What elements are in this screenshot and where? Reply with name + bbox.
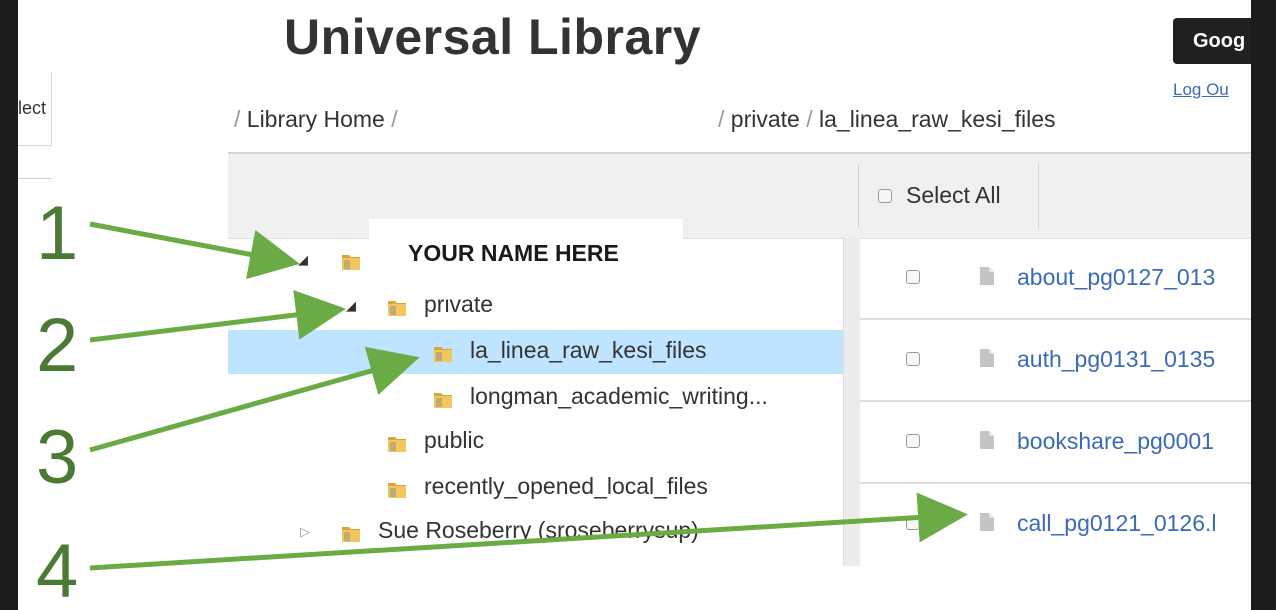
file-icon (980, 513, 994, 531)
breadcrumb-private[interactable]: private (731, 106, 800, 132)
breadcrumb-current: la_linea_raw_kesi_files (819, 106, 1056, 132)
file-row[interactable]: call_pg0121_0126.l (859, 484, 1251, 564)
folder-icon (388, 301, 406, 316)
expand-toggle-icon[interactable]: ◢ (298, 252, 308, 268)
tree-item-label: longman_academic_writing... (470, 383, 768, 409)
folder-icon (388, 483, 406, 498)
file-link[interactable]: bookshare_pg0001 (1017, 428, 1214, 455)
file-row[interactable]: bookshare_pg0001 (859, 402, 1251, 484)
annotation-number-2: 2 (36, 303, 79, 388)
breadcrumb-tail: / private / la_linea_raw_kesi_files (718, 106, 1056, 133)
select-all-control[interactable]: Select All (878, 182, 1001, 209)
breadcrumb-separator: / (391, 106, 398, 132)
divider (18, 178, 52, 179)
folder-icon (388, 437, 406, 452)
tree-item-label: recently_opened_local_files (424, 473, 708, 499)
file-checkbox[interactable] (906, 516, 920, 530)
panel-splitter[interactable] (843, 238, 860, 566)
tree-item-longman[interactable]: longman_academic_writing... (228, 376, 843, 420)
expand-toggle-icon[interactable]: ◢ (346, 298, 356, 314)
folder-icon (342, 527, 360, 542)
file-checkbox[interactable] (906, 434, 920, 448)
expand-toggle-icon[interactable]: ▷ (300, 524, 310, 540)
tree-item-label: public (424, 427, 485, 453)
tree-item-la-linea-raw-kesi-files[interactable]: la_linea_raw_kesi_files (228, 330, 843, 374)
name-overlay-text: YOUR NAME HERE (408, 240, 619, 266)
select-button-fragment[interactable]: lect (18, 72, 52, 146)
file-icon (980, 349, 994, 367)
google-button[interactable]: Goog (1173, 18, 1251, 64)
tree-item-public[interactable]: public (228, 420, 843, 464)
file-link[interactable]: auth_pg0131_0135 (1017, 346, 1215, 373)
file-icon (980, 267, 994, 285)
header-divider (858, 164, 859, 228)
file-icon (980, 431, 994, 449)
breadcrumb-separator: / (806, 106, 813, 132)
folder-icon (434, 393, 452, 408)
file-link[interactable]: about_pg0127_013 (1017, 264, 1215, 291)
file-link[interactable]: call_pg0121_0126.l (1017, 510, 1217, 537)
folder-icon (434, 347, 452, 362)
select-all-checkbox[interactable] (878, 188, 892, 203)
page-title: Universal Library (284, 9, 702, 65)
header-divider (1038, 164, 1039, 228)
tree-item-recently-opened[interactable]: recently_opened_local_files (228, 466, 843, 510)
breadcrumb-separator: / (234, 106, 241, 132)
select-all-label: Select All (906, 182, 1001, 208)
library-panel: Select All ◢ ◢ private la_linea_raw_kesi… (228, 152, 1251, 566)
annotation-number-4: 4 (36, 529, 79, 610)
file-list: about_pg0127_013 auth_pg0131_0135 booksh… (859, 238, 1251, 566)
screenshot-canvas: Universal Library Goog Log Ou lect / Lib… (18, 0, 1251, 610)
file-row[interactable]: auth_pg0131_0135 (859, 320, 1251, 402)
folder-icon (342, 255, 360, 270)
logout-link[interactable]: Log Ou (1173, 80, 1229, 100)
annotation-number-3: 3 (36, 415, 79, 500)
breadcrumb-separator: / (718, 106, 725, 132)
name-overlay: YOUR NAME HERE (370, 220, 682, 296)
file-row[interactable]: about_pg0127_013 (859, 238, 1251, 320)
annotation-number-1: 1 (36, 191, 79, 276)
tree-item-label: la_linea_raw_kesi_files (470, 337, 707, 363)
tree-item-label: Sue Roseberry (sroseberrysup) (378, 517, 699, 543)
breadcrumb: / Library Home / (234, 106, 398, 133)
file-checkbox[interactable] (906, 270, 920, 284)
breadcrumb-library-home[interactable]: Library Home (247, 106, 385, 132)
file-checkbox[interactable] (906, 352, 920, 366)
tree-item-sue-roseberry[interactable]: ▷ Sue Roseberry (sroseberrysup) (228, 510, 843, 554)
